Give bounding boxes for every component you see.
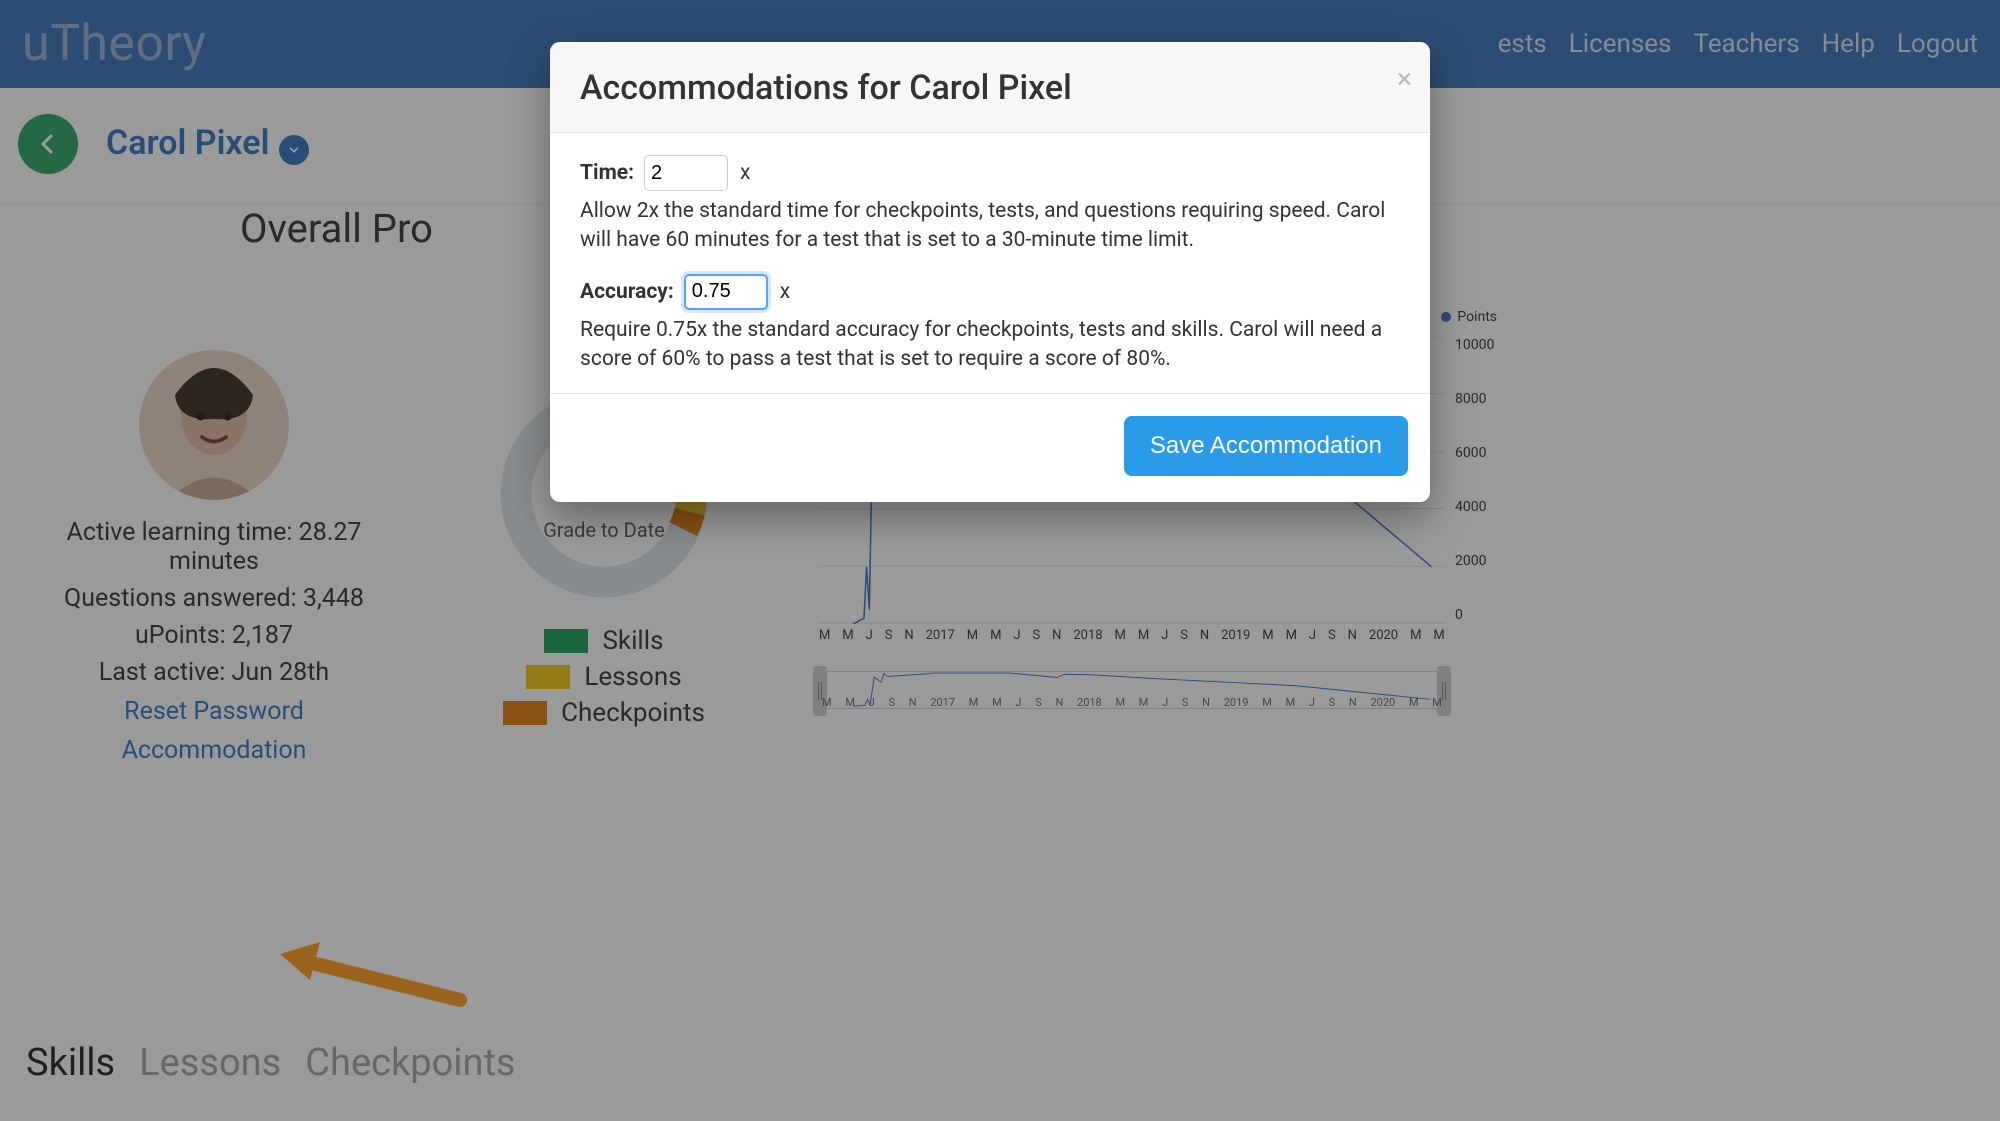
accuracy-field-row: Accuracy: x [580, 274, 1400, 310]
accuracy-multiplier-input[interactable] [684, 274, 768, 310]
modal-header: Accommodations for Carol Pixel × [550, 42, 1430, 133]
time-label: Time: [580, 161, 634, 185]
time-multiplier-input[interactable] [644, 155, 728, 191]
time-description: Allow 2x the standard time for checkpoin… [580, 197, 1400, 256]
time-field-row: Time: x [580, 155, 1400, 191]
accuracy-label: Accuracy: [580, 280, 674, 304]
save-accommodation-button[interactable]: Save Accommodation [1124, 416, 1408, 476]
accommodations-modal: Accommodations for Carol Pixel × Time: x… [550, 42, 1430, 502]
accuracy-unit: x [780, 280, 790, 304]
close-icon: × [1397, 62, 1412, 95]
time-unit: x [740, 161, 750, 185]
modal-close-button[interactable]: × [1397, 62, 1412, 95]
modal-title: Accommodations for Carol Pixel [580, 68, 1400, 108]
page-root: uTheory ests Licenses Teachers Help Logo… [0, 0, 2000, 1121]
modal-footer: Save Accommodation [550, 393, 1430, 502]
accuracy-description: Require 0.75x the standard accuracy for … [580, 316, 1400, 375]
modal-body: Time: x Allow 2x the standard time for c… [550, 133, 1430, 393]
